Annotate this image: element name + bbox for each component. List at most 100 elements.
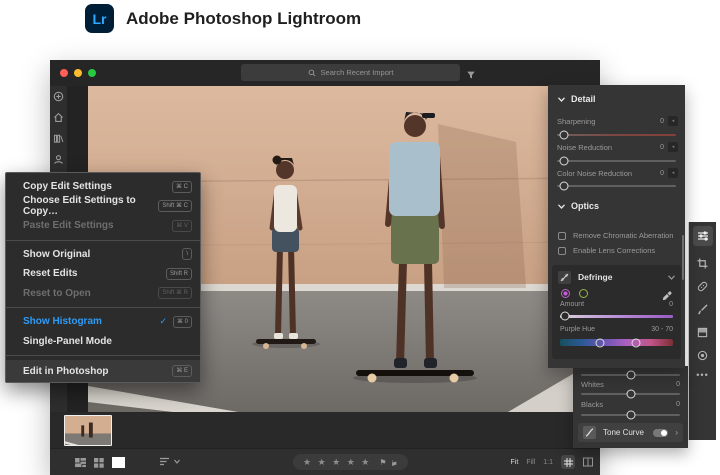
range-knob-low[interactable] bbox=[595, 338, 604, 347]
linear-gradient-tool-button[interactable] bbox=[697, 327, 708, 338]
my-photos-icon[interactable] bbox=[53, 133, 64, 144]
menu-item-choose-edit-settings[interactable]: Choose Edit Settings to Copy… Shift ⌘ C bbox=[6, 197, 200, 217]
color-noise-reduction-row: Color Noise Reduction 0 ◂ bbox=[557, 168, 678, 178]
range-knob-high[interactable] bbox=[631, 338, 640, 347]
square-grid-view-icon[interactable] bbox=[94, 458, 104, 468]
zoom-window-button[interactable] bbox=[88, 69, 96, 77]
edit-tool-rail: ••• bbox=[688, 222, 716, 440]
radial-gradient-tool-button[interactable] bbox=[697, 350, 708, 361]
menu-item-show-histogram[interactable]: Show Histogram ✓ ⌘ 0 bbox=[6, 312, 200, 332]
slider-knob[interactable] bbox=[560, 312, 569, 321]
checkbox[interactable] bbox=[558, 232, 566, 240]
blacks-row: Blacks 0 bbox=[581, 400, 680, 409]
slider-label: Blacks bbox=[581, 400, 603, 409]
expand-subsliders-button[interactable]: ◂ bbox=[668, 142, 678, 152]
amount-slider[interactable] bbox=[560, 315, 673, 318]
star-rating[interactable]: ★ ★ ★ ★ ★ bbox=[303, 457, 371, 468]
filter-icon[interactable] bbox=[466, 67, 476, 85]
edit-tool-button[interactable] bbox=[693, 226, 713, 246]
app-title: Adobe Photoshop Lightroom bbox=[126, 9, 361, 29]
slider-knob[interactable] bbox=[626, 390, 635, 399]
purple-hue-slider[interactable] bbox=[560, 339, 673, 346]
menu-item-reset-edits[interactable]: Reset Edits Shift R bbox=[6, 264, 200, 284]
crop-tool-button[interactable] bbox=[697, 258, 708, 269]
detail-panel-header[interactable]: Detail bbox=[558, 94, 596, 104]
slider-knob[interactable] bbox=[626, 371, 635, 380]
menu-item-label: Copy Edit Settings bbox=[23, 181, 112, 192]
menu-item-reset-to-open: Reset to Open Shift ⌘ R bbox=[6, 284, 200, 304]
blacks-slider[interactable] bbox=[581, 414, 680, 416]
home-icon[interactable] bbox=[53, 112, 64, 123]
checkbox-label: Enable Lens Corrections bbox=[573, 246, 655, 255]
add-photos-icon[interactable] bbox=[53, 91, 64, 102]
bottom-toolbar: ★ ★ ★ ★ ★ ⚑ ⚑ Fit Fill 1:1 bbox=[50, 448, 600, 475]
reject-flag-icon[interactable]: ⚑ bbox=[391, 458, 398, 467]
slider-range-value: 30 - 70 bbox=[651, 326, 673, 333]
color-noise-reduction-slider[interactable] bbox=[557, 185, 676, 187]
menu-item-show-original[interactable]: Show Original \ bbox=[6, 245, 200, 265]
slider-label: Amount bbox=[560, 301, 584, 308]
menu-item-copy-edit-settings[interactable]: Copy Edit Settings ⌘ C bbox=[6, 177, 200, 197]
zoom-fill-option[interactable]: Fill bbox=[526, 459, 535, 466]
sharpening-slider[interactable] bbox=[557, 134, 676, 136]
zoom-fit-option[interactable]: Fit bbox=[511, 459, 519, 466]
tone-curve-icon bbox=[583, 426, 596, 439]
filmstrip-thumbnail-selected[interactable] bbox=[64, 415, 112, 446]
chevron-right-icon[interactable]: › bbox=[675, 428, 678, 437]
shortcut-badge: Shift ⌘ R bbox=[158, 287, 192, 299]
tone-curve-bar[interactable]: Tone Curve › bbox=[578, 423, 683, 442]
noise-reduction-row: Noise Reduction 0 ◂ bbox=[557, 142, 678, 152]
context-menu: Copy Edit Settings ⌘ C Choose Edit Setti… bbox=[5, 172, 201, 383]
tone-curve-toggle[interactable] bbox=[653, 429, 668, 437]
expand-subsliders-button[interactable]: ◂ bbox=[668, 168, 678, 178]
slider-knob[interactable] bbox=[560, 182, 569, 191]
shortcut-badge: ⌘ 0 bbox=[173, 316, 192, 328]
search-input[interactable]: Search Recent Import bbox=[241, 64, 460, 81]
slider-label: Sharpening bbox=[557, 117, 595, 126]
rating-flag-pill: ★ ★ ★ ★ ★ ⚑ ⚑ bbox=[293, 454, 408, 470]
slider-label: Color Noise Reduction bbox=[557, 169, 632, 178]
menu-item-single-panel-mode[interactable]: Single-Panel Mode bbox=[6, 332, 200, 352]
zoom-1to1-option[interactable]: 1:1 bbox=[543, 459, 553, 466]
healing-brush-tool-button[interactable] bbox=[697, 281, 708, 292]
remove-chromatic-aberration-row: Remove Chromatic Aberration bbox=[558, 231, 677, 240]
zoom-controls: Fit Fill 1:1 bbox=[511, 455, 593, 469]
detail-view-icon[interactable] bbox=[112, 457, 125, 468]
defringe-title: Defringe bbox=[578, 272, 661, 282]
panel-title: Optics bbox=[571, 201, 599, 211]
checkbox[interactable] bbox=[558, 247, 566, 255]
split-view-icon[interactable] bbox=[583, 457, 593, 467]
people-icon[interactable] bbox=[53, 154, 64, 165]
whites-slider[interactable] bbox=[581, 393, 680, 395]
slider-knob[interactable] bbox=[626, 411, 635, 420]
view-mode-group bbox=[75, 457, 125, 468]
defringe-header[interactable]: Defringe bbox=[558, 270, 675, 284]
optics-panel-header[interactable]: Optics bbox=[558, 201, 599, 211]
whites-row: Whites 0 bbox=[581, 380, 680, 389]
shortcut-badge: Shift R bbox=[166, 268, 192, 280]
pick-flag-icon[interactable]: ⚑ bbox=[379, 458, 386, 467]
purple-swatch[interactable] bbox=[561, 289, 570, 298]
slider-knob[interactable] bbox=[560, 157, 569, 166]
more-tools-button[interactable]: ••• bbox=[696, 373, 708, 377]
noise-reduction-slider[interactable] bbox=[557, 160, 676, 162]
search-placeholder: Search Recent Import bbox=[321, 68, 394, 77]
brush-tool-button[interactable] bbox=[697, 304, 708, 315]
minimize-window-button[interactable] bbox=[74, 69, 82, 77]
flag-group: ⚑ ⚑ bbox=[379, 458, 397, 467]
menu-item-edit-in-photoshop[interactable]: Edit in Photoshop ⌘ E bbox=[6, 360, 200, 382]
chevron-down-icon[interactable] bbox=[668, 275, 675, 280]
menu-divider bbox=[6, 307, 200, 308]
slider-knob[interactable] bbox=[560, 131, 569, 140]
lightroom-logo-icon: Lr bbox=[85, 4, 114, 33]
green-swatch[interactable] bbox=[579, 289, 588, 298]
panel-scrollbar[interactable] bbox=[682, 235, 684, 280]
sort-control[interactable] bbox=[160, 457, 180, 466]
partial-slider[interactable] bbox=[581, 374, 680, 376]
close-window-button[interactable] bbox=[60, 69, 68, 77]
chevron-down-icon bbox=[558, 97, 565, 102]
slider-label: Whites bbox=[581, 380, 604, 389]
expand-subsliders-button[interactable]: ◂ bbox=[668, 116, 678, 126]
grid-overlay-icon[interactable] bbox=[561, 455, 575, 469]
photo-grid-view-icon[interactable] bbox=[75, 458, 86, 468]
